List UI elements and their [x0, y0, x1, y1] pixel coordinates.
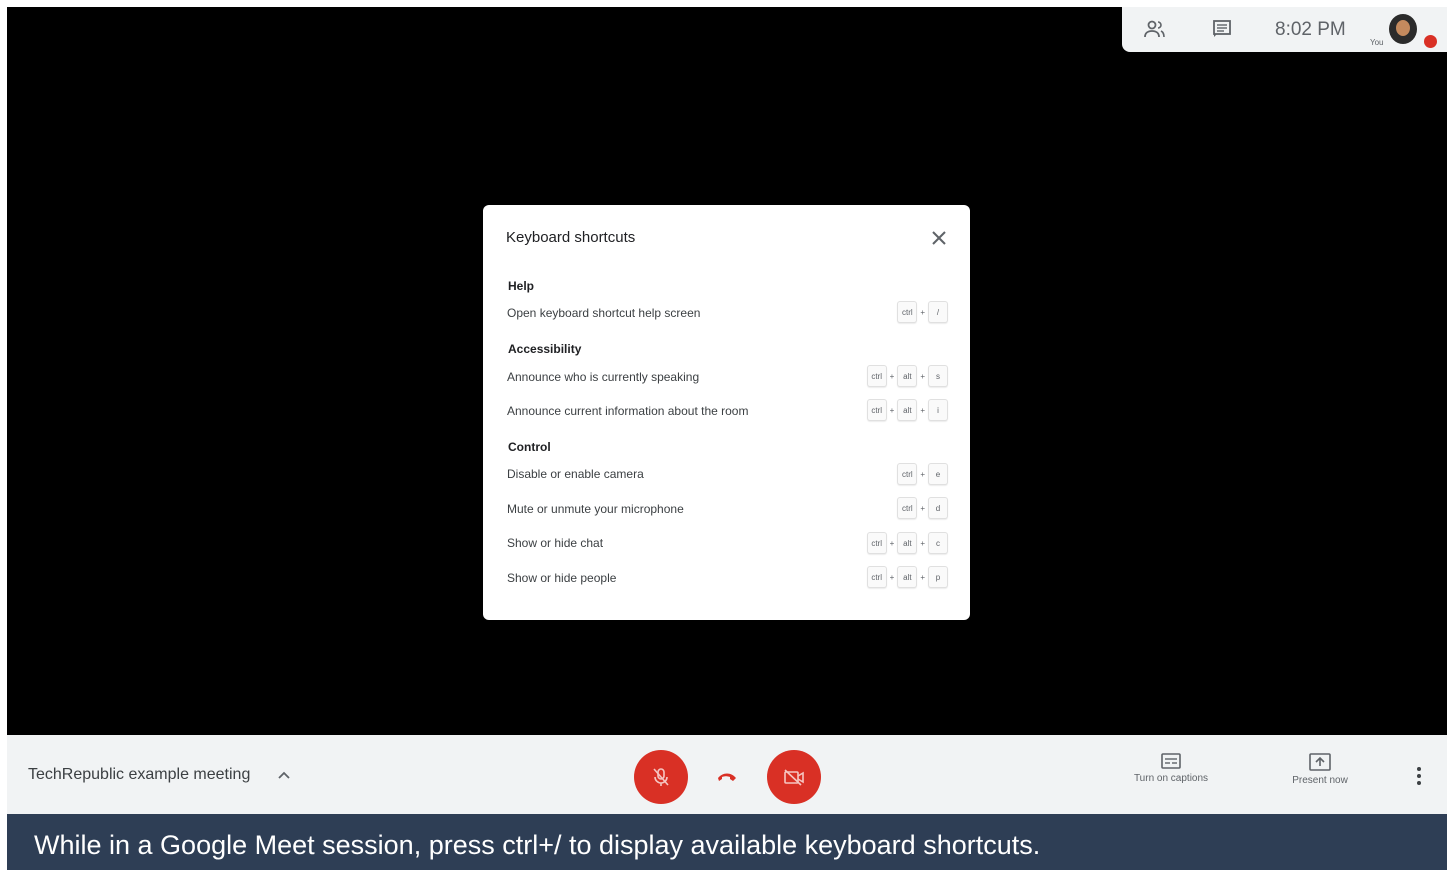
shortcut-keys: ctrl + e — [897, 463, 948, 485]
shortcut-label: Disable or enable camera — [507, 467, 644, 481]
shortcut-keys: ctrl + d — [897, 497, 948, 519]
plus-sign: + — [920, 538, 925, 548]
plus-sign: + — [889, 572, 895, 582]
meeting-controls-bar: TechRepublic example meeting Turn on cap… — [7, 735, 1447, 814]
shortcut-label: Open keyboard shortcut help screen — [507, 306, 701, 320]
section-heading-control: Control — [508, 440, 551, 454]
recording-dot-icon — [1422, 33, 1439, 50]
plus-sign: + — [920, 572, 925, 582]
more-options-icon[interactable] — [1411, 765, 1427, 787]
key-cap: / — [928, 301, 948, 323]
key-cap: alt — [897, 365, 918, 387]
captions-button[interactable]: Turn on captions — [1122, 753, 1220, 784]
top-right-bar: 8:02 PM You — [1122, 7, 1447, 52]
plus-sign: + — [889, 371, 895, 381]
key-cap: alt — [897, 566, 918, 588]
keyboard-shortcuts-dialog: Keyboard shortcuts Help Open keyboard sh… — [483, 205, 970, 620]
key-cap: c — [928, 532, 948, 554]
plus-sign: + — [920, 405, 925, 415]
shortcut-label: Announce current information about the r… — [507, 404, 749, 418]
key-cap: ctrl — [897, 301, 918, 323]
microphone-toggle-button[interactable] — [634, 750, 688, 804]
section-heading-accessibility: Accessibility — [508, 342, 582, 356]
plus-sign: + — [920, 503, 925, 513]
key-cap: s — [928, 365, 948, 387]
plus-sign: + — [889, 405, 895, 415]
key-cap: i — [928, 399, 948, 421]
shortcut-label: Announce who is currently speaking — [507, 370, 700, 384]
key-cap: alt — [897, 399, 918, 421]
captions-icon — [1161, 753, 1181, 769]
key-cap: p — [928, 566, 948, 588]
plus-sign: + — [920, 307, 925, 317]
key-cap: ctrl — [897, 497, 918, 519]
shortcut-label: Show or hide people — [507, 571, 617, 585]
avatar[interactable] — [1389, 14, 1417, 44]
key-cap: d — [928, 497, 948, 519]
key-cap: ctrl — [866, 365, 887, 387]
meeting-title[interactable]: TechRepublic example meeting — [28, 766, 250, 784]
present-now-button[interactable]: Present now — [1282, 753, 1358, 786]
caption-strip: While in a Google Meet session, press ct… — [7, 814, 1447, 870]
meet-window: 8:02 PM You Keyboard shortcuts Help Open… — [7, 7, 1447, 870]
shortcut-keys: ctrl + alt + p — [866, 566, 948, 588]
clock-time: 8:02 PM — [1275, 19, 1346, 40]
key-cap: ctrl — [866, 532, 887, 554]
present-label: Present now — [1292, 775, 1348, 786]
you-label: You — [1370, 38, 1384, 47]
section-heading-help: Help — [508, 279, 535, 293]
shortcut-keys: ctrl + alt + i — [866, 399, 948, 421]
present-icon — [1309, 753, 1331, 771]
key-cap: ctrl — [866, 566, 887, 588]
camera-off-icon — [784, 769, 804, 786]
shortcut-label: Show or hide chat — [507, 536, 604, 550]
hang-up-icon[interactable] — [716, 769, 738, 783]
shortcut-label: Mute or unmute your microphone — [507, 502, 684, 516]
camera-toggle-button[interactable] — [767, 750, 821, 804]
people-icon[interactable] — [1144, 18, 1166, 40]
key-cap: alt — [897, 532, 918, 554]
close-icon[interactable] — [928, 227, 950, 249]
chat-icon[interactable] — [1211, 18, 1233, 40]
plus-sign: + — [920, 469, 925, 479]
plus-sign: + — [920, 371, 925, 381]
shortcut-keys: ctrl + alt + s — [866, 365, 948, 387]
mic-off-icon — [653, 768, 669, 786]
shortcut-keys: ctrl + / — [897, 301, 948, 323]
dialog-title: Keyboard shortcuts — [506, 229, 636, 246]
key-cap: e — [928, 463, 948, 485]
captions-label: Turn on captions — [1133, 773, 1209, 784]
key-cap: ctrl — [897, 463, 918, 485]
plus-sign: + — [889, 538, 895, 548]
key-cap: ctrl — [866, 399, 887, 421]
shortcut-keys: ctrl + alt + c — [866, 532, 948, 554]
chevron-up-icon[interactable] — [277, 768, 291, 782]
caption-text: While in a Google Meet session, press ct… — [34, 830, 1041, 860]
